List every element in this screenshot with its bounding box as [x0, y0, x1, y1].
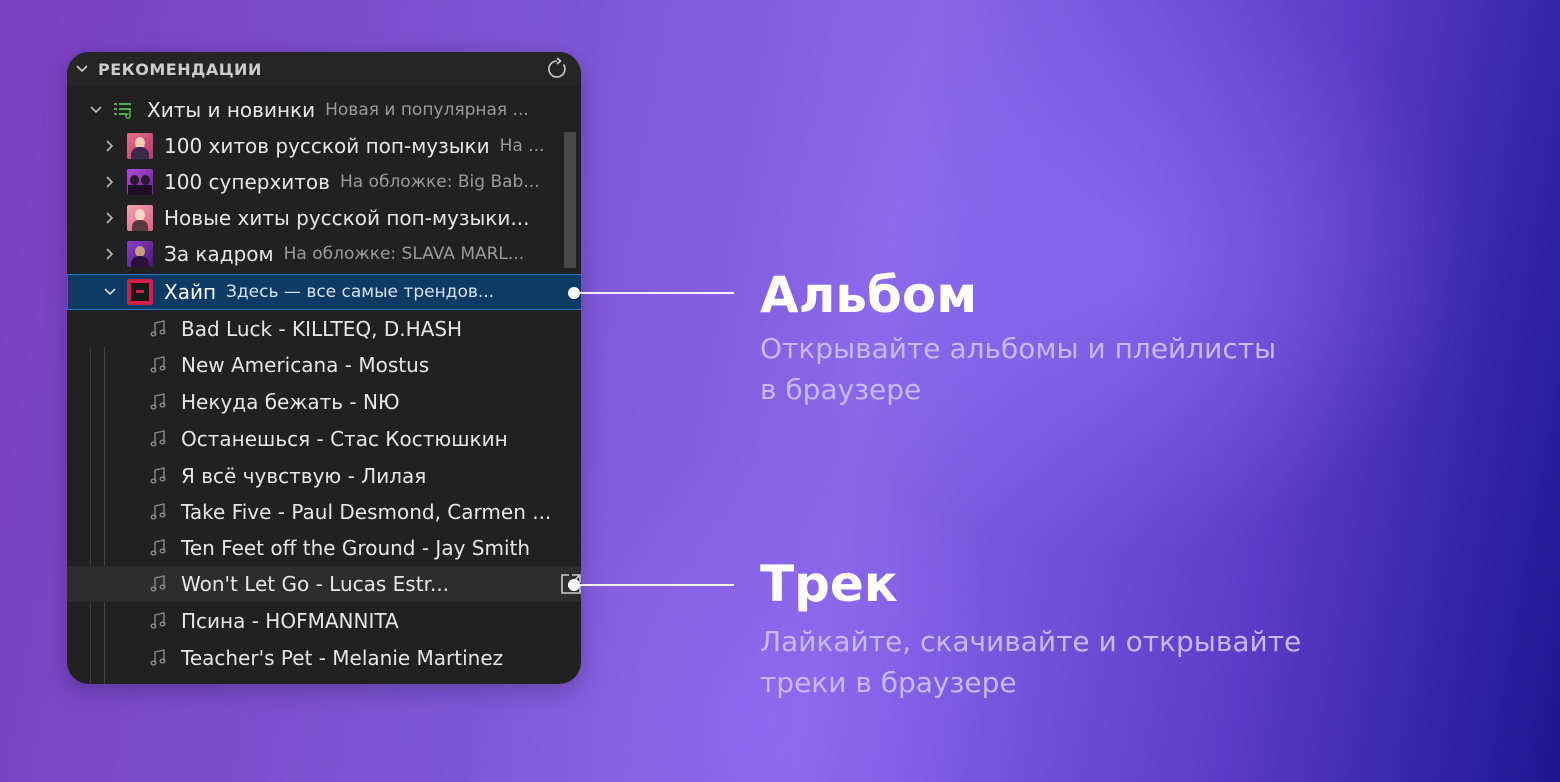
chevron-right-icon[interactable]: [103, 211, 117, 225]
music-note-icon: [150, 320, 166, 337]
callout-line-track: [578, 584, 734, 586]
music-note-icon: [150, 430, 166, 447]
track-item[interactable]: Некуда бежать - NЮ: [67, 384, 581, 420]
track-title: Teacher's Pet - Melanie Martinez: [181, 646, 504, 670]
track-title: Ten Feet off the Ground - Jay Smith: [181, 536, 531, 560]
playlist-cover: [127, 169, 153, 195]
chevron-down-icon[interactable]: [75, 62, 89, 76]
music-note-icon: [150, 467, 166, 484]
album-cover: [127, 279, 153, 305]
tree-item-playlist[interactable]: Новые хиты русской поп-музыки...: [67, 200, 581, 236]
track-item[interactable]: New Americana - Mostus: [67, 347, 581, 383]
track-title: Некуда бежать - NЮ: [181, 390, 400, 414]
chevron-right-icon[interactable]: [103, 175, 117, 189]
track-item[interactable]: Take Five - Paul Desmond, Carmen ...: [67, 494, 581, 530]
tree-item-title: Новые хиты русской поп-музыки...: [164, 206, 530, 230]
tree-item-title: Хайп: [164, 280, 217, 304]
track-item[interactable]: Bad Luck - KILLTEQ, D.HASH: [67, 311, 581, 347]
track-title: Take Five - Paul Desmond, Carmen ...: [181, 500, 552, 524]
track-item[interactable]: Останешься - Стас Костюшкин: [67, 421, 581, 457]
tree-item-description: На обложке: Big Bab...: [339, 172, 540, 192]
music-note-icon: [150, 575, 166, 592]
callout-album-line-1: Открывайте альбомы и плейлисты: [760, 332, 1277, 365]
playlist-cover: [127, 133, 153, 159]
callout-line-album: [578, 292, 734, 294]
track-title: Won't Let Go - Lucas Estr...: [181, 572, 450, 596]
callout-track-line-2: треки в браузере: [760, 666, 1017, 699]
track-title: Я всё чувствую - Лилая: [181, 464, 427, 488]
music-note-icon: [150, 503, 166, 520]
tree-list: Хиты и новинки Новая и популярная ... 10…: [67, 92, 581, 684]
tree-item-title: За кадром: [164, 242, 274, 266]
playlist-cover: [127, 241, 153, 267]
music-note-icon: [150, 393, 166, 410]
chevron-down-icon[interactable]: [89, 103, 103, 117]
music-note-icon: [150, 539, 166, 556]
tree-item-hits-group[interactable]: Хиты и новинки Новая и популярная ...: [67, 92, 581, 128]
tree-item-description: На обложке: SLAVA MARL...: [283, 244, 525, 264]
panel-title: РЕКОМЕНДАЦИИ: [98, 60, 262, 79]
tree-item-title: Хиты и новинки: [147, 98, 316, 122]
music-note-icon: [150, 356, 166, 373]
callout-album-description: Открывайте альбомы и плейлисты в браузер…: [760, 328, 1380, 410]
callout-track-line-1: Лайкайте, скачивайте и открывайте: [760, 625, 1302, 658]
tree-item-title: 100 хитов русской поп-музыки: [164, 134, 490, 158]
track-title: Bad Luck - KILLTEQ, D.HASH: [181, 317, 463, 341]
callout-track-description: Лайкайте, скачивайте и открывайте треки …: [760, 621, 1380, 703]
track-item[interactable]: Псина - HOFMANNITA: [67, 603, 581, 639]
panel-header[interactable]: РЕКОМЕНДАЦИИ: [67, 52, 581, 86]
recommendations-panel: РЕКОМЕНДАЦИИ Хиты и новинки Новая и попу…: [67, 52, 581, 684]
track-item[interactable]: Teacher's Pet - Melanie Martinez: [67, 640, 581, 676]
chevron-down-icon[interactable]: [103, 285, 117, 299]
playlist-list-icon: [114, 103, 131, 119]
track-title: Останешься - Стас Костюшкин: [181, 427, 508, 451]
tree-item-description: Здесь — все самые трендов...: [226, 282, 495, 302]
scrollbar-thumb[interactable]: [564, 132, 576, 268]
track-item[interactable]: Ten Feet off the Ground - Jay Smith: [67, 530, 581, 566]
track-title: New Americana - Mostus: [181, 353, 430, 377]
chevron-right-icon[interactable]: [103, 247, 117, 261]
track-title: Псина - HOFMANNITA: [181, 609, 399, 633]
tree-item-playlist[interactable]: За кадром На обложке: SLAVA MARL...: [67, 236, 581, 272]
music-note-icon: [150, 612, 166, 629]
callout-track-title: Трек: [760, 555, 898, 613]
callout-album-title: Альбом: [760, 266, 978, 324]
callout-album-line-2: в браузере: [760, 373, 922, 406]
track-item[interactable]: Я всё чувствую - Лилая: [67, 458, 581, 494]
tree-item-playlist[interactable]: 100 хитов русской поп-музыки На ...: [67, 128, 581, 164]
tree-item-album-selected[interactable]: Хайп Здесь — все самые трендов...: [67, 274, 581, 310]
playlist-cover: [127, 205, 153, 231]
refresh-icon[interactable]: [545, 57, 569, 81]
music-note-icon: [150, 649, 166, 666]
tree-item-title: 100 суперхитов: [164, 170, 330, 194]
tree-item-description: Новая и популярная ...: [325, 100, 529, 120]
track-item-hovered[interactable]: Won't Let Go - Lucas Estr...: [67, 566, 581, 602]
chevron-right-icon[interactable]: [103, 139, 117, 153]
tree-item-playlist[interactable]: 100 суперхитов На обложке: Big Bab...: [67, 164, 581, 200]
